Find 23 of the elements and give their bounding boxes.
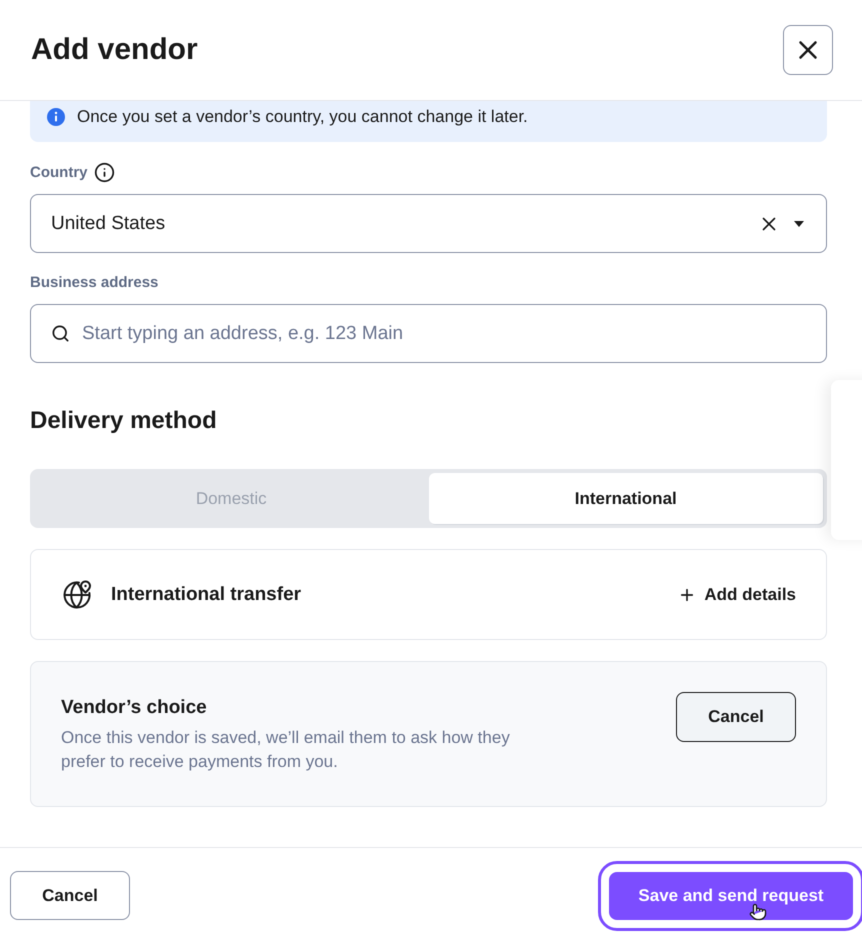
address-input[interactable]: Start typing an address, e.g. 123 Main [30,304,827,363]
select-value: United States [51,212,166,236]
field-label: Country [30,162,88,182]
country-select[interactable]: United States [30,194,827,253]
card-description: Once this vendor is saved, we’ll email them to ask how they prefer to receive payments from you. [61,727,511,773]
caret-down-icon[interactable] [794,220,804,226]
close-button[interactable] [783,25,833,75]
add-details-link[interactable]: Add details [678,582,796,606]
delivery-tab[interactable]: International [428,473,823,524]
hand-cursor-icon [749,902,767,920]
info-circle-icon[interactable] [94,162,114,183]
cancel-button[interactable]: Cancel [676,692,796,742]
method-title: International transfer [111,582,302,606]
globe-pin-icon [62,580,92,610]
field-label: Business address [30,273,158,293]
save-button[interactable]: Save and send request [609,872,853,920]
cancel-button[interactable]: Cancel [10,871,130,920]
info-icon [47,108,65,126]
card-title: Vendor’s choice [61,696,207,720]
dialog-title: Add vendor [31,32,198,68]
section-heading: Delivery method [30,406,217,436]
info-text: Once you set a vendor’s country, you cannot change it later. [77,106,528,128]
search-icon [51,324,70,343]
